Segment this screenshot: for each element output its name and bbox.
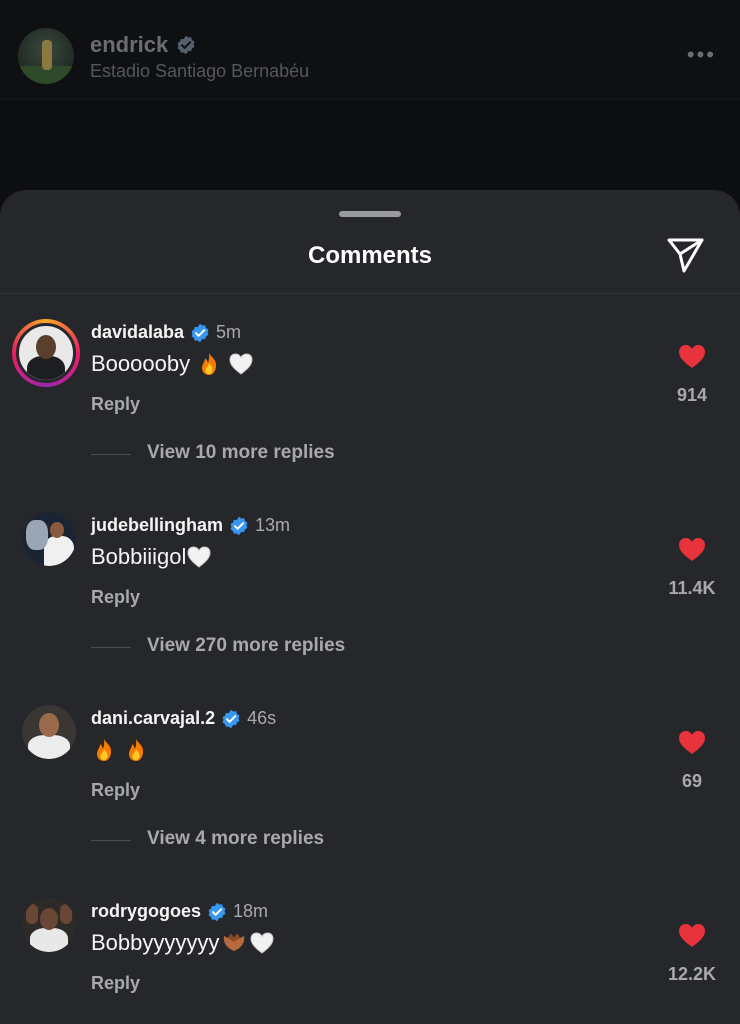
comment-header: judebellingham 13m (91, 515, 290, 536)
post-author[interactable]: endrick (90, 32, 196, 58)
comment-time: 18m (233, 901, 269, 921)
paper-plane-icon[interactable] (664, 234, 706, 274)
comments-sheet: Comments davidalaba 5m Boooooby Reply Vi… (0, 190, 740, 1024)
verified-badge-icon (230, 516, 248, 535)
heart-icon[interactable] (678, 729, 706, 755)
white-heart-emoji-icon (229, 353, 253, 375)
comment-item: judebellingham 13m Bobbiiigol Reply View… (0, 512, 740, 702)
white-heart-emoji-icon (250, 932, 274, 954)
reply-button[interactable]: Reply (91, 780, 140, 801)
comment-text: Bobbyyyyyyy (91, 930, 275, 956)
drag-handle[interactable] (339, 211, 401, 217)
comment-time: 46s (247, 708, 277, 728)
comment-text: Boooooby (91, 351, 254, 377)
header-divider (0, 293, 740, 294)
comment-body: Boooooby (91, 351, 191, 376)
comment-item: rodrygogoes 18m Bobbyyyyyyy Reply 12.2K (0, 898, 740, 1024)
reply-button[interactable]: Reply (91, 973, 140, 994)
heart-icon[interactable] (678, 922, 706, 948)
verified-badge-icon (177, 35, 195, 55)
view-replies-button[interactable]: View 4 more replies (147, 828, 324, 850)
post-location[interactable]: Estadio Santiago Bernabéu (90, 61, 309, 82)
replies-divider (91, 454, 131, 455)
fire-emoji-icon (202, 353, 217, 375)
heart-icon[interactable] (678, 343, 706, 369)
comment-item: dani.carvajal.2 46s Reply View 4 more re… (0, 705, 740, 895)
comment-username[interactable]: davidalaba (91, 322, 184, 343)
comment-header: davidalaba 5m (91, 322, 241, 343)
like-count[interactable]: 11.4K (640, 578, 740, 599)
post-author-avatar[interactable] (18, 28, 74, 84)
more-horizontal-icon[interactable]: ••• (687, 42, 716, 68)
comment-username[interactable]: rodrygogoes (91, 901, 201, 922)
heart-icon[interactable] (678, 536, 706, 562)
post-header: endrick Estadio Santiago Bernabéu ••• (0, 0, 740, 100)
comment-item: davidalaba 5m Boooooby Reply View 10 mor… (0, 319, 740, 509)
view-replies-button[interactable]: View 270 more replies (147, 635, 345, 657)
reply-button[interactable]: Reply (91, 394, 140, 415)
replies-divider (91, 840, 131, 841)
comment-username[interactable]: judebellingham (91, 515, 223, 536)
fire-emoji-icon (97, 739, 112, 761)
like-count[interactable]: 914 (640, 385, 740, 406)
comment-text: Bobbiiigol (91, 544, 212, 570)
comment-time: 5m (216, 322, 242, 342)
avatar[interactable] (22, 705, 76, 759)
fire-emoji-icon (129, 739, 144, 761)
like-count[interactable]: 69 (640, 771, 740, 792)
verified-badge-icon (222, 709, 240, 728)
comment-body: Bobbiiigol (91, 544, 187, 569)
comment-body: Bobbyyyyyyy (91, 930, 220, 955)
avatar[interactable] (22, 512, 76, 566)
reply-button[interactable]: Reply (91, 587, 140, 608)
white-heart-emoji-icon (187, 546, 211, 568)
heart-hands-emoji-icon (224, 934, 245, 951)
comment-username[interactable]: dani.carvajal.2 (91, 708, 215, 729)
avatar[interactable] (22, 898, 76, 952)
view-replies-button[interactable]: View 10 more replies (147, 442, 335, 464)
comment-header: dani.carvajal.2 46s (91, 708, 276, 729)
comment-text (91, 737, 149, 763)
replies-divider (91, 647, 131, 648)
avatar[interactable] (12, 319, 80, 387)
comment-time: 13m (255, 515, 291, 535)
verified-badge-icon (208, 902, 226, 921)
comments-title: Comments (307, 242, 433, 269)
comment-header: rodrygogoes 18m (91, 901, 268, 922)
verified-badge-icon (191, 323, 209, 342)
like-count[interactable]: 12.2K (640, 964, 740, 985)
post-username[interactable]: endrick (90, 32, 168, 58)
